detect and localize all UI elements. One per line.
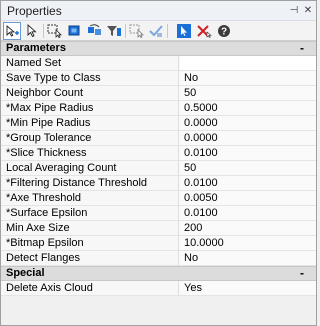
property-value[interactable]: 0.0000 xyxy=(180,131,316,145)
toolbar: ? xyxy=(1,21,316,41)
property-value[interactable]: 50 xyxy=(180,86,316,100)
property-value[interactable] xyxy=(180,56,316,70)
section-title: Special xyxy=(6,267,45,279)
section-title: Parameters xyxy=(6,42,66,54)
property-row[interactable]: Neighbor Count 50 xyxy=(1,86,316,101)
property-value[interactable]: 0.0100 xyxy=(180,146,316,160)
property-row[interactable]: Delete Axis Cloud Yes xyxy=(1,281,316,296)
property-value[interactable]: 0.0100 xyxy=(180,176,316,190)
property-row[interactable]: Min Axe Size 200 xyxy=(1,221,316,236)
property-value[interactable]: 0.0000 xyxy=(180,116,316,130)
property-name: Named Set xyxy=(1,56,179,70)
property-row[interactable]: *Filtering Distance Threshold 0.0100 xyxy=(1,176,316,191)
property-value[interactable]: 10.0000 xyxy=(180,236,316,250)
property-row[interactable]: Named Set xyxy=(1,56,316,71)
property-row[interactable]: *Slice Thickness 0.0100 xyxy=(1,146,316,161)
collapse-icon[interactable]: - xyxy=(300,267,304,279)
toolbar-separator xyxy=(125,24,126,38)
property-row[interactable]: *Group Tolerance 0.0000 xyxy=(1,131,316,146)
close-icon[interactable]: ✕ xyxy=(301,3,315,17)
property-value[interactable]: No xyxy=(180,251,316,265)
property-name: *Surface Epsilon xyxy=(1,206,179,220)
property-name: Delete Axis Cloud xyxy=(1,281,179,295)
property-name: *Filtering Distance Threshold xyxy=(1,176,179,190)
property-value[interactable]: 0.5000 xyxy=(180,101,316,115)
property-value[interactable]: No xyxy=(180,71,316,85)
add-point-icon[interactable] xyxy=(3,22,21,40)
properties-panel: Properties ⊣ ✕ ? Parameters - Named Set … xyxy=(0,0,317,326)
section-parameters[interactable]: Parameters - xyxy=(1,41,316,56)
property-value[interactable]: 50 xyxy=(180,161,316,175)
select-box-icon[interactable] xyxy=(66,22,84,40)
select-arrow-icon[interactable] xyxy=(23,22,41,40)
deselect-rect-icon[interactable] xyxy=(128,22,146,40)
property-name: Local Averaging Count xyxy=(1,161,179,175)
pin-icon[interactable]: ⊣ xyxy=(287,3,301,17)
property-row[interactable]: *Min Pipe Radius 0.0000 xyxy=(1,116,316,131)
property-name: *Bitmap Epsilon xyxy=(1,236,179,250)
filter-icon[interactable] xyxy=(105,22,123,40)
select-rect-icon[interactable] xyxy=(46,22,64,40)
toolbar-separator xyxy=(167,24,168,38)
check-icon[interactable] xyxy=(147,22,165,40)
delete-icon[interactable] xyxy=(195,22,213,40)
property-name: Min Axe Size xyxy=(1,221,179,235)
help-icon[interactable]: ? xyxy=(215,22,233,40)
toolbar-separator xyxy=(43,24,44,38)
property-value[interactable]: Yes xyxy=(180,281,316,295)
svg-text:?: ? xyxy=(221,27,227,38)
property-name: *Max Pipe Radius xyxy=(1,101,179,115)
property-value[interactable]: 200 xyxy=(180,221,316,235)
refresh-icon[interactable] xyxy=(86,22,104,40)
property-row[interactable]: *Surface Epsilon 0.0100 xyxy=(1,206,316,221)
property-name: Detect Flanges xyxy=(1,251,179,265)
property-grid: Parameters - Named Set Save Type to Clas… xyxy=(1,41,316,296)
section-special[interactable]: Special - xyxy=(1,266,316,281)
panel-title: Properties xyxy=(7,4,62,18)
property-row[interactable]: Local Averaging Count 50 xyxy=(1,161,316,176)
active-cursor-icon[interactable] xyxy=(175,22,193,40)
title-bar: Properties ⊣ ✕ xyxy=(1,1,316,21)
property-row[interactable]: *Bitmap Epsilon 10.0000 xyxy=(1,236,316,251)
property-name: Save Type to Class xyxy=(1,71,179,85)
collapse-icon[interactable]: - xyxy=(300,42,304,54)
property-name: *Axe Threshold xyxy=(1,191,179,205)
property-name: *Slice Thickness xyxy=(1,146,179,160)
property-row[interactable]: *Axe Threshold 0.0050 xyxy=(1,191,316,206)
property-name: *Group Tolerance xyxy=(1,131,179,145)
property-name: Neighbor Count xyxy=(1,86,179,100)
property-value[interactable]: 0.0050 xyxy=(180,191,316,205)
property-name: *Min Pipe Radius xyxy=(1,116,179,130)
property-row[interactable]: *Max Pipe Radius 0.5000 xyxy=(1,101,316,116)
property-value[interactable]: 0.0100 xyxy=(180,206,316,220)
property-row[interactable]: Save Type to Class No xyxy=(1,71,316,86)
property-row[interactable]: Detect Flanges No xyxy=(1,251,316,266)
